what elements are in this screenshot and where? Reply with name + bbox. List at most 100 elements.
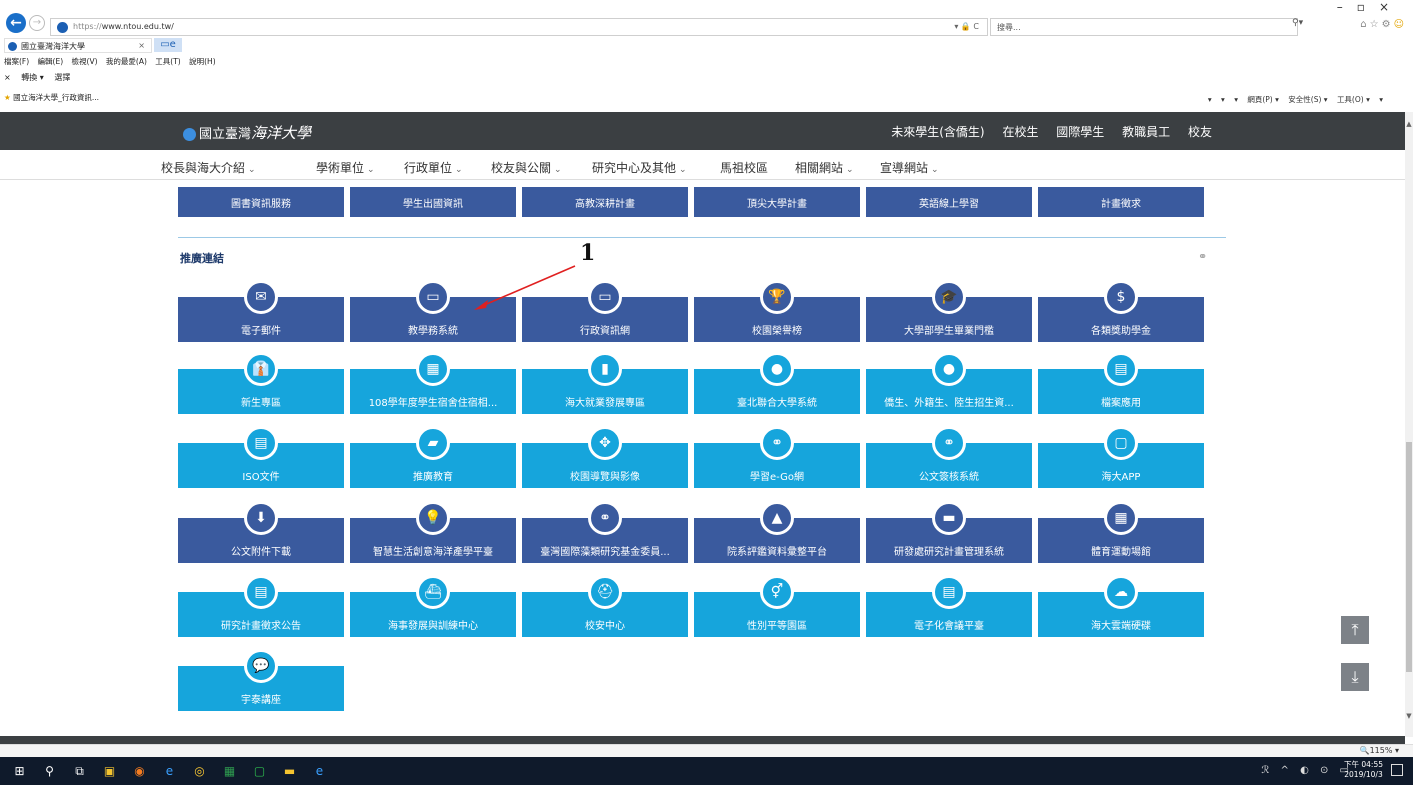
nav-item[interactable]: 校長與海大介紹 ⌄ <box>161 159 256 176</box>
promo-link-tile[interactable]: ▤ 研究計畫徵求公告 <box>178 575 344 637</box>
promo-link-tile[interactable]: ✥ 校園導覽與影像 <box>522 426 688 488</box>
browser-search-input[interactable]: 搜尋... <box>990 18 1298 36</box>
promo-link-tile[interactable]: $ 各類獎助學金 <box>1038 280 1204 342</box>
promo-link-tile[interactable]: ⛑ 校安中心 <box>522 575 688 637</box>
scroll-to-top-button[interactable]: ⤒ <box>1340 615 1370 645</box>
command-close[interactable]: × <box>4 73 11 82</box>
nav-item[interactable]: 馬祖校區 <box>720 159 768 176</box>
favorites-star-icon[interactable]: ☆ <box>1370 19 1382 30</box>
safety-menu[interactable]: 安全性(S) ▾ <box>1288 95 1327 104</box>
nav-item[interactable]: 研究中心及其他 ⌄ <box>592 159 687 176</box>
store-icon[interactable]: ▣ <box>102 764 117 779</box>
browser-tab[interactable]: 國立臺灣海洋大學 × <box>4 38 152 53</box>
promo-link-tile[interactable]: 💬 宇泰講座 <box>178 649 344 711</box>
address-controls[interactable]: ▾ 🔒 C <box>954 22 979 31</box>
address-url[interactable]: https://www.ntou.edu.tw/ <box>73 22 174 31</box>
tools-menu[interactable]: 工具(O) ▾ <box>1337 95 1370 104</box>
maximize-icon[interactable]: ▫ <box>1357 0 1379 14</box>
audience-link-staff[interactable]: 教職員工 <box>1122 125 1170 139</box>
promo-link-tile[interactable]: ⚭ 臺灣國際藻類研究基金委員... <box>522 501 688 563</box>
promo-link-tile[interactable]: 👔 新生專區 <box>178 352 344 414</box>
audience-link-alumni[interactable]: 校友 <box>1188 125 1212 139</box>
promo-link-tile[interactable]: ⚭ 公文簽核系統 <box>866 426 1032 488</box>
new-tab-button[interactable]: ▭e <box>154 38 182 52</box>
search-icon[interactable]: ⚲ <box>42 764 57 779</box>
chrome-icon[interactable]: ◎ <box>192 764 207 779</box>
promo-link-tile[interactable]: ⚥ 性別平等園區 <box>694 575 860 637</box>
promo-link-tile[interactable]: ▦ 108學年度學生宿舍住宿相... <box>350 352 516 414</box>
menu-help[interactable]: 說明(H) <box>189 57 216 66</box>
nav-item[interactable]: 學術單位 ⌄ <box>316 159 375 176</box>
settings-gear-icon[interactable]: ⚙ <box>1382 19 1394 30</box>
university-logo[interactable]: 國立臺灣海洋大學 <box>183 122 311 143</box>
promo-link-tile[interactable]: ▲ 院系評鑑資料彙整平台 <box>694 501 860 563</box>
start-icon[interactable]: ⊞ <box>12 764 27 779</box>
link-icon[interactable]: ⚭ <box>1198 250 1207 263</box>
notification-icon[interactable] <box>1391 764 1403 776</box>
command-convert[interactable]: 轉換 ▾ <box>21 73 44 82</box>
feeds-dropdown[interactable]: ▾ <box>1221 95 1225 104</box>
top-link-tile[interactable]: 高教深耕計畫 <box>522 187 688 217</box>
top-link-tile[interactable]: 學生出國資訊 <box>350 187 516 217</box>
promo-link-tile[interactable]: ▰ 推廣教育 <box>350 426 516 488</box>
smiley-icon[interactable]: ☺ <box>1394 19 1407 30</box>
promo-link-tile[interactable]: ⚭ 學習e-Go網 <box>694 426 860 488</box>
top-link-tile[interactable]: 圖書資訊服務 <box>178 187 344 217</box>
scroll-up-arrow-icon[interactable]: ▲ <box>1405 120 1413 128</box>
top-link-tile[interactable]: 英語線上學習 <box>866 187 1032 217</box>
promo-link-tile[interactable]: ▢ 海大APP <box>1038 426 1204 488</box>
taskbar-clock[interactable]: 下午 04:55 2019/10/3 <box>1344 760 1383 780</box>
file-explorer-icon[interactable]: ▬ <box>282 764 297 779</box>
favorite-link[interactable]: 國立海洋大學_行政資訊... <box>13 93 99 102</box>
page-menu[interactable]: 網頁(P) ▾ <box>1247 95 1279 104</box>
top-link-tile[interactable]: 計畫徵求 <box>1038 187 1204 217</box>
tab-close-icon[interactable]: × <box>138 41 145 50</box>
vertical-scrollbar[interactable]: ▲ ▼ <box>1405 112 1413 737</box>
excel-icon[interactable]: ▦ <box>222 764 237 779</box>
forward-arrow-icon[interactable]: → <box>29 15 45 31</box>
home-icon[interactable]: ⌂ <box>1360 19 1369 30</box>
firefox-icon[interactable]: ◉ <box>132 764 147 779</box>
minimize-icon[interactable]: – <box>1337 0 1357 14</box>
home-dropdown[interactable]: ▾ <box>1208 95 1212 104</box>
line-icon[interactable]: ▢ <box>252 764 267 779</box>
top-link-tile[interactable]: 頂尖大學計畫 <box>694 187 860 217</box>
audience-link-future-students[interactable]: 未來學生(含僑生) <box>891 125 984 139</box>
promo-link-tile[interactable]: ⛴ 海事發展與訓練中心 <box>350 575 516 637</box>
promo-link-tile[interactable]: ▤ 檔案應用 <box>1038 352 1204 414</box>
promo-link-tile[interactable]: 🎓 大學部學生畢業門檻 <box>866 280 1032 342</box>
audience-link-international[interactable]: 國際學生 <box>1056 125 1104 139</box>
scrollbar-thumb[interactable] <box>1406 442 1412 672</box>
back-arrow-icon[interactable]: ← <box>6 13 26 33</box>
system-tray[interactable]: ℛ ^ ◐ ⊙ ▭ <box>1261 765 1353 776</box>
promo-link-tile[interactable]: ● 僑生、外籍生、陸生招生資... <box>866 352 1032 414</box>
promo-link-tile[interactable]: ▤ 電子化會議平臺 <box>866 575 1032 637</box>
task-view-icon[interactable]: ⧉ <box>72 764 87 779</box>
menu-tools[interactable]: 工具(T) <box>155 57 180 66</box>
promo-link-tile[interactable]: ▤ ISO文件 <box>178 426 344 488</box>
promo-link-tile[interactable]: 💡 智慧生活創意海洋產學平臺 <box>350 501 516 563</box>
favorites-star-icon[interactable]: ★ <box>4 93 11 102</box>
zoom-level[interactable]: 🔍115% ▾ <box>1360 746 1399 755</box>
window-controls[interactable]: –▫× <box>1337 0 1403 14</box>
promo-link-tile[interactable]: 🏆 校園榮譽榜 <box>694 280 860 342</box>
scroll-to-bottom-button[interactable]: ⤓ <box>1340 662 1370 692</box>
promo-link-tile[interactable]: ⬇ 公文附件下載 <box>178 501 344 563</box>
promo-link-tile[interactable]: ☁ 海大雲端硬碟 <box>1038 575 1204 637</box>
nav-item[interactable]: 校友與公關 ⌄ <box>491 159 562 176</box>
promo-link-tile[interactable]: ● 臺北聯合大學系統 <box>694 352 860 414</box>
nav-item[interactable]: 行政單位 ⌄ <box>404 159 463 176</box>
internet-explorer-icon[interactable]: e <box>312 764 327 779</box>
edge-icon[interactable]: e <box>162 764 177 779</box>
help-dropdown[interactable]: ▾ <box>1379 95 1383 104</box>
command-select[interactable]: 選擇 <box>54 73 70 82</box>
close-icon[interactable]: × <box>1379 0 1403 14</box>
nav-item[interactable]: 相關網站 ⌄ <box>795 159 854 176</box>
menu-edit[interactable]: 編輯(E) <box>38 57 64 66</box>
promo-link-tile[interactable]: ▦ 體育運動場館 <box>1038 501 1204 563</box>
menu-favorites[interactable]: 我的最愛(A) <box>106 57 147 66</box>
scroll-down-arrow-icon[interactable]: ▼ <box>1405 712 1413 720</box>
mail-dropdown[interactable]: ▾ <box>1234 95 1238 104</box>
nav-item[interactable]: 宣導網站 ⌄ <box>880 159 939 176</box>
promo-link-tile[interactable]: ▬ 研發處研究計畫管理系統 <box>866 501 1032 563</box>
